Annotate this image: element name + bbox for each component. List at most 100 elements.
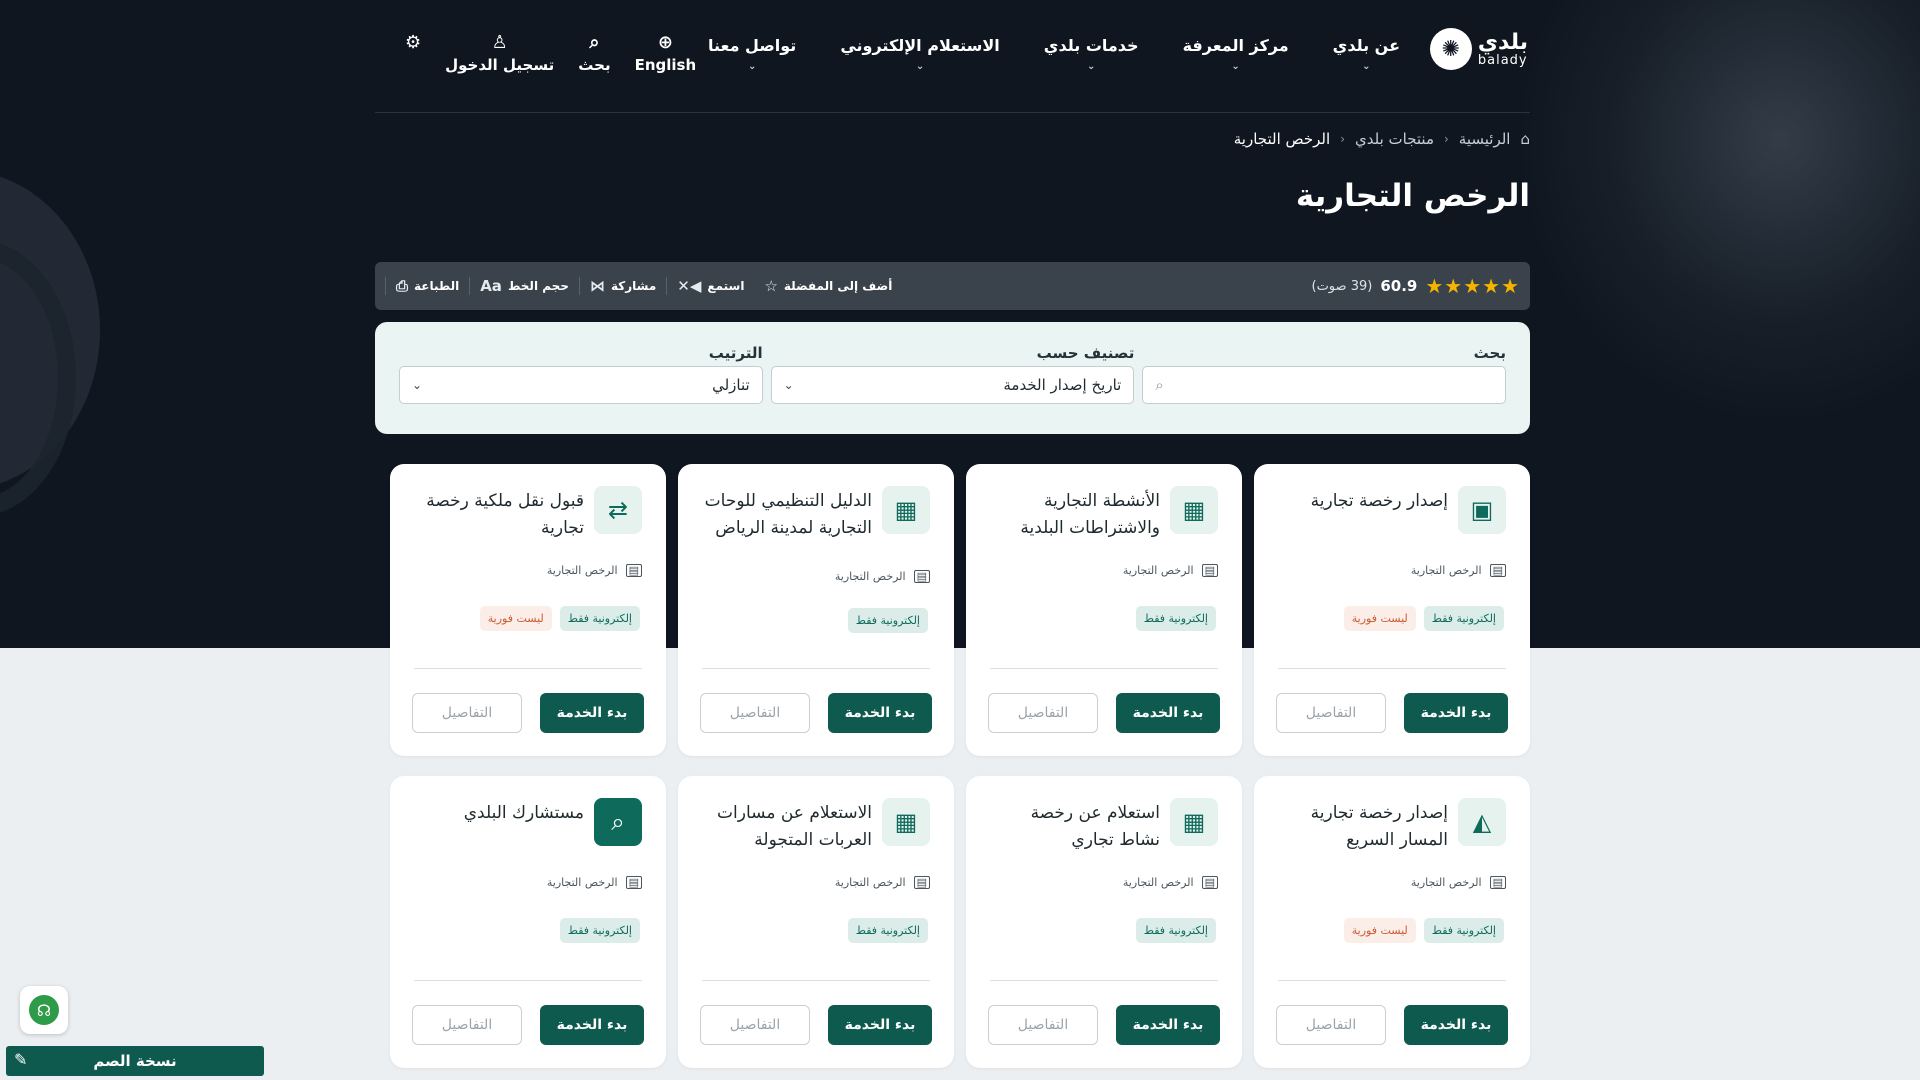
id-card-icon: ▤: [913, 876, 930, 889]
start-service-button[interactable]: بدء الخدمة: [1404, 693, 1508, 733]
clipboard-icon: ▦: [882, 486, 930, 534]
details-button[interactable]: التفاصيل: [412, 1005, 522, 1045]
electronic-only-badge: إلكترونية فقط: [847, 918, 928, 943]
logo-arabic: بلدي: [1477, 29, 1528, 55]
service-title[interactable]: الاستعلام عن مسارات العربات المتجولة: [702, 798, 872, 854]
filter-panel: بحث ⌕ تصنيف حسب تاريخ إصدار الخدمة ⌄ الت…: [375, 322, 1530, 434]
service-card: ⇄ قبول نقل ملكية رخصة تجارية ▤ الرخص التجا…: [390, 464, 666, 756]
support-chat-button[interactable]: ☊: [20, 986, 68, 1034]
service-title[interactable]: إصدار رخصة تجارية المسار السريع: [1278, 798, 1448, 854]
start-service-button[interactable]: بدء الخدمة: [1116, 1005, 1220, 1045]
details-button[interactable]: التفاصيل: [988, 1005, 1098, 1045]
service-card: ▦ الاستعلام عن مسارات العربات المتجولة ▤ ا…: [678, 776, 954, 1068]
search-icon: ⌕: [1155, 376, 1164, 394]
electronic-only-badge: إلكترونية فقط: [559, 918, 640, 943]
card-divider: [414, 668, 642, 669]
electronic-only-badge: إلكترونية فقط: [559, 606, 640, 631]
card-divider: [1278, 668, 1506, 669]
id-card-icon: ▤: [1489, 564, 1506, 577]
nav-knowledge-center[interactable]: مركز المعرفة ⌄: [1183, 36, 1289, 72]
service-category: الرخص التجارية: [1410, 876, 1482, 889]
listen-button[interactable]: استمع ◀✕: [666, 277, 754, 295]
card-divider: [702, 668, 930, 669]
clipboard-icon: ▦: [1170, 486, 1218, 534]
id-card-icon: ▤: [625, 564, 642, 577]
start-service-button[interactable]: بدء الخدمة: [1404, 1005, 1508, 1045]
details-button[interactable]: التفاصيل: [988, 693, 1098, 733]
font-size-icon: Aa: [480, 277, 502, 295]
nav-services[interactable]: خدمات بلدي ⌄: [1044, 36, 1139, 72]
id-card-icon: ▤: [1201, 564, 1218, 577]
id-card-icon: ▤: [1489, 876, 1506, 889]
service-category: الرخص التجارية: [1410, 564, 1482, 577]
service-category: الرخص التجارية: [546, 564, 618, 577]
nav-contact[interactable]: تواصل معنا ⌄: [708, 36, 796, 72]
breadcrumb-current: الرخص التجارية: [1233, 130, 1331, 148]
service-category: الرخص التجارية: [546, 876, 618, 889]
chevron-down-icon: ⌄: [1086, 61, 1096, 72]
service-title[interactable]: مستشارك البلدي: [464, 798, 584, 827]
details-button[interactable]: التفاصيل: [1276, 693, 1386, 733]
breadcrumb: ⌂ الرئيسية ‹ منتجات بلدي ‹ الرخص التجاري…: [375, 130, 1530, 148]
service-card: ▦ الدليل التنظيمي للوحات التجارية لمدينة …: [678, 464, 954, 756]
breadcrumb-home[interactable]: الرئيسية: [1459, 130, 1511, 148]
font-size-button[interactable]: حجم الخط Aa: [469, 277, 579, 295]
chevron-down-icon: ⌄: [1231, 61, 1240, 72]
service-title[interactable]: استعلام عن رخصة نشاط تجاري: [990, 798, 1160, 854]
search-input[interactable]: [1163, 375, 1493, 395]
main-nav: عن بلدي ⌄ مركز المعرفة ⌄ خدمات بلدي ⌄ الاست…: [708, 36, 1400, 72]
order-select[interactable]: تنازلي ⌄: [398, 366, 763, 404]
start-service-button[interactable]: بدء الخدمة: [1116, 693, 1220, 733]
settings-button[interactable]: ⚙: [405, 32, 421, 56]
chevron-down-icon: ⌄: [411, 378, 423, 392]
id-card-icon: ▤: [1201, 876, 1218, 889]
details-button[interactable]: التفاصيل: [1276, 1005, 1386, 1045]
sort-by-field: تصنيف حسب تاريخ إصدار الخدمة ⌄: [770, 344, 1135, 434]
details-button[interactable]: التفاصيل: [700, 693, 810, 733]
order-field: الترتيب تنازلي ⌄: [398, 344, 763, 434]
start-service-button[interactable]: بدء الخدمة: [828, 1005, 932, 1045]
star-rating-icons[interactable]: ★★★★★: [1425, 274, 1520, 298]
deaf-version-button[interactable]: ✎ نسخة الصم: [6, 1046, 264, 1076]
chevron-down-icon: ⌄: [747, 61, 757, 72]
service-title[interactable]: إصدار رخصة تجارية: [1311, 486, 1448, 515]
palm-logo-icon: ✺: [1429, 28, 1472, 70]
card-divider: [990, 668, 1218, 669]
details-button[interactable]: التفاصيل: [412, 693, 522, 733]
chevron-down-icon: ⌄: [783, 378, 794, 392]
nav-about[interactable]: عن بلدي ⌄: [1333, 36, 1400, 72]
advisor-icon: ⌕: [594, 798, 642, 846]
ear-icon: ✎: [14, 1050, 28, 1069]
electronic-only-badge: إلكترونية فقط: [847, 608, 928, 633]
language-button[interactable]: ⊕ English: [635, 32, 697, 74]
order-label: الترتيب: [708, 344, 763, 362]
card-divider: [1278, 980, 1506, 981]
service-title[interactable]: قبول نقل ملكية رخصة تجارية: [414, 486, 584, 542]
start-service-button[interactable]: بدء الخدمة: [828, 693, 932, 733]
details-button[interactable]: التفاصيل: [700, 1005, 810, 1045]
card-divider: [702, 980, 930, 981]
service-title[interactable]: الدليل التنظيمي للوحات التجارية لمدينة ا…: [702, 486, 872, 542]
start-service-button[interactable]: بدء الخدمة: [540, 693, 644, 733]
login-button[interactable]: ♙ تسجيل الدخول: [445, 32, 554, 74]
chevron-down-icon: ⌄: [1362, 61, 1371, 72]
share-button[interactable]: مشاركة ⋈: [578, 277, 666, 295]
rating-score: 60.9: [1380, 277, 1418, 295]
start-service-button[interactable]: بدء الخدمة: [540, 1005, 644, 1045]
breadcrumb-products[interactable]: منتجات بلدي: [1355, 130, 1434, 148]
fast-track-icon: ◭: [1458, 798, 1506, 846]
sort-by-select[interactable]: تاريخ إصدار الخدمة ⌄: [770, 366, 1135, 404]
service-category: الرخص التجارية: [1122, 564, 1194, 577]
add-favorite-button[interactable]: أضف إلى المفضلة ☆: [754, 277, 902, 295]
home-icon: ⌂: [1520, 130, 1530, 148]
search-field: بحث ⌕: [1142, 344, 1506, 434]
service-title[interactable]: الأنشطة التجارية والاشتراطات البلدية: [990, 486, 1160, 542]
monitor-license-icon: ▣: [1458, 486, 1506, 534]
service-card: ▦ استعلام عن رخصة نشاط تجاري ▤ الرخص التجا…: [966, 776, 1242, 1068]
nav-e-inquiry[interactable]: الاستعلام الإلكتروني ⌄: [840, 36, 999, 72]
print-button[interactable]: الطباعة ⎙: [385, 277, 469, 295]
search-button[interactable]: ⌕ بحث: [578, 32, 610, 74]
electronic-only-badge: إلكترونية فقط: [1135, 606, 1216, 631]
card-divider: [990, 980, 1218, 981]
balady-logo[interactable]: بلدي balady ✺: [1429, 28, 1528, 70]
